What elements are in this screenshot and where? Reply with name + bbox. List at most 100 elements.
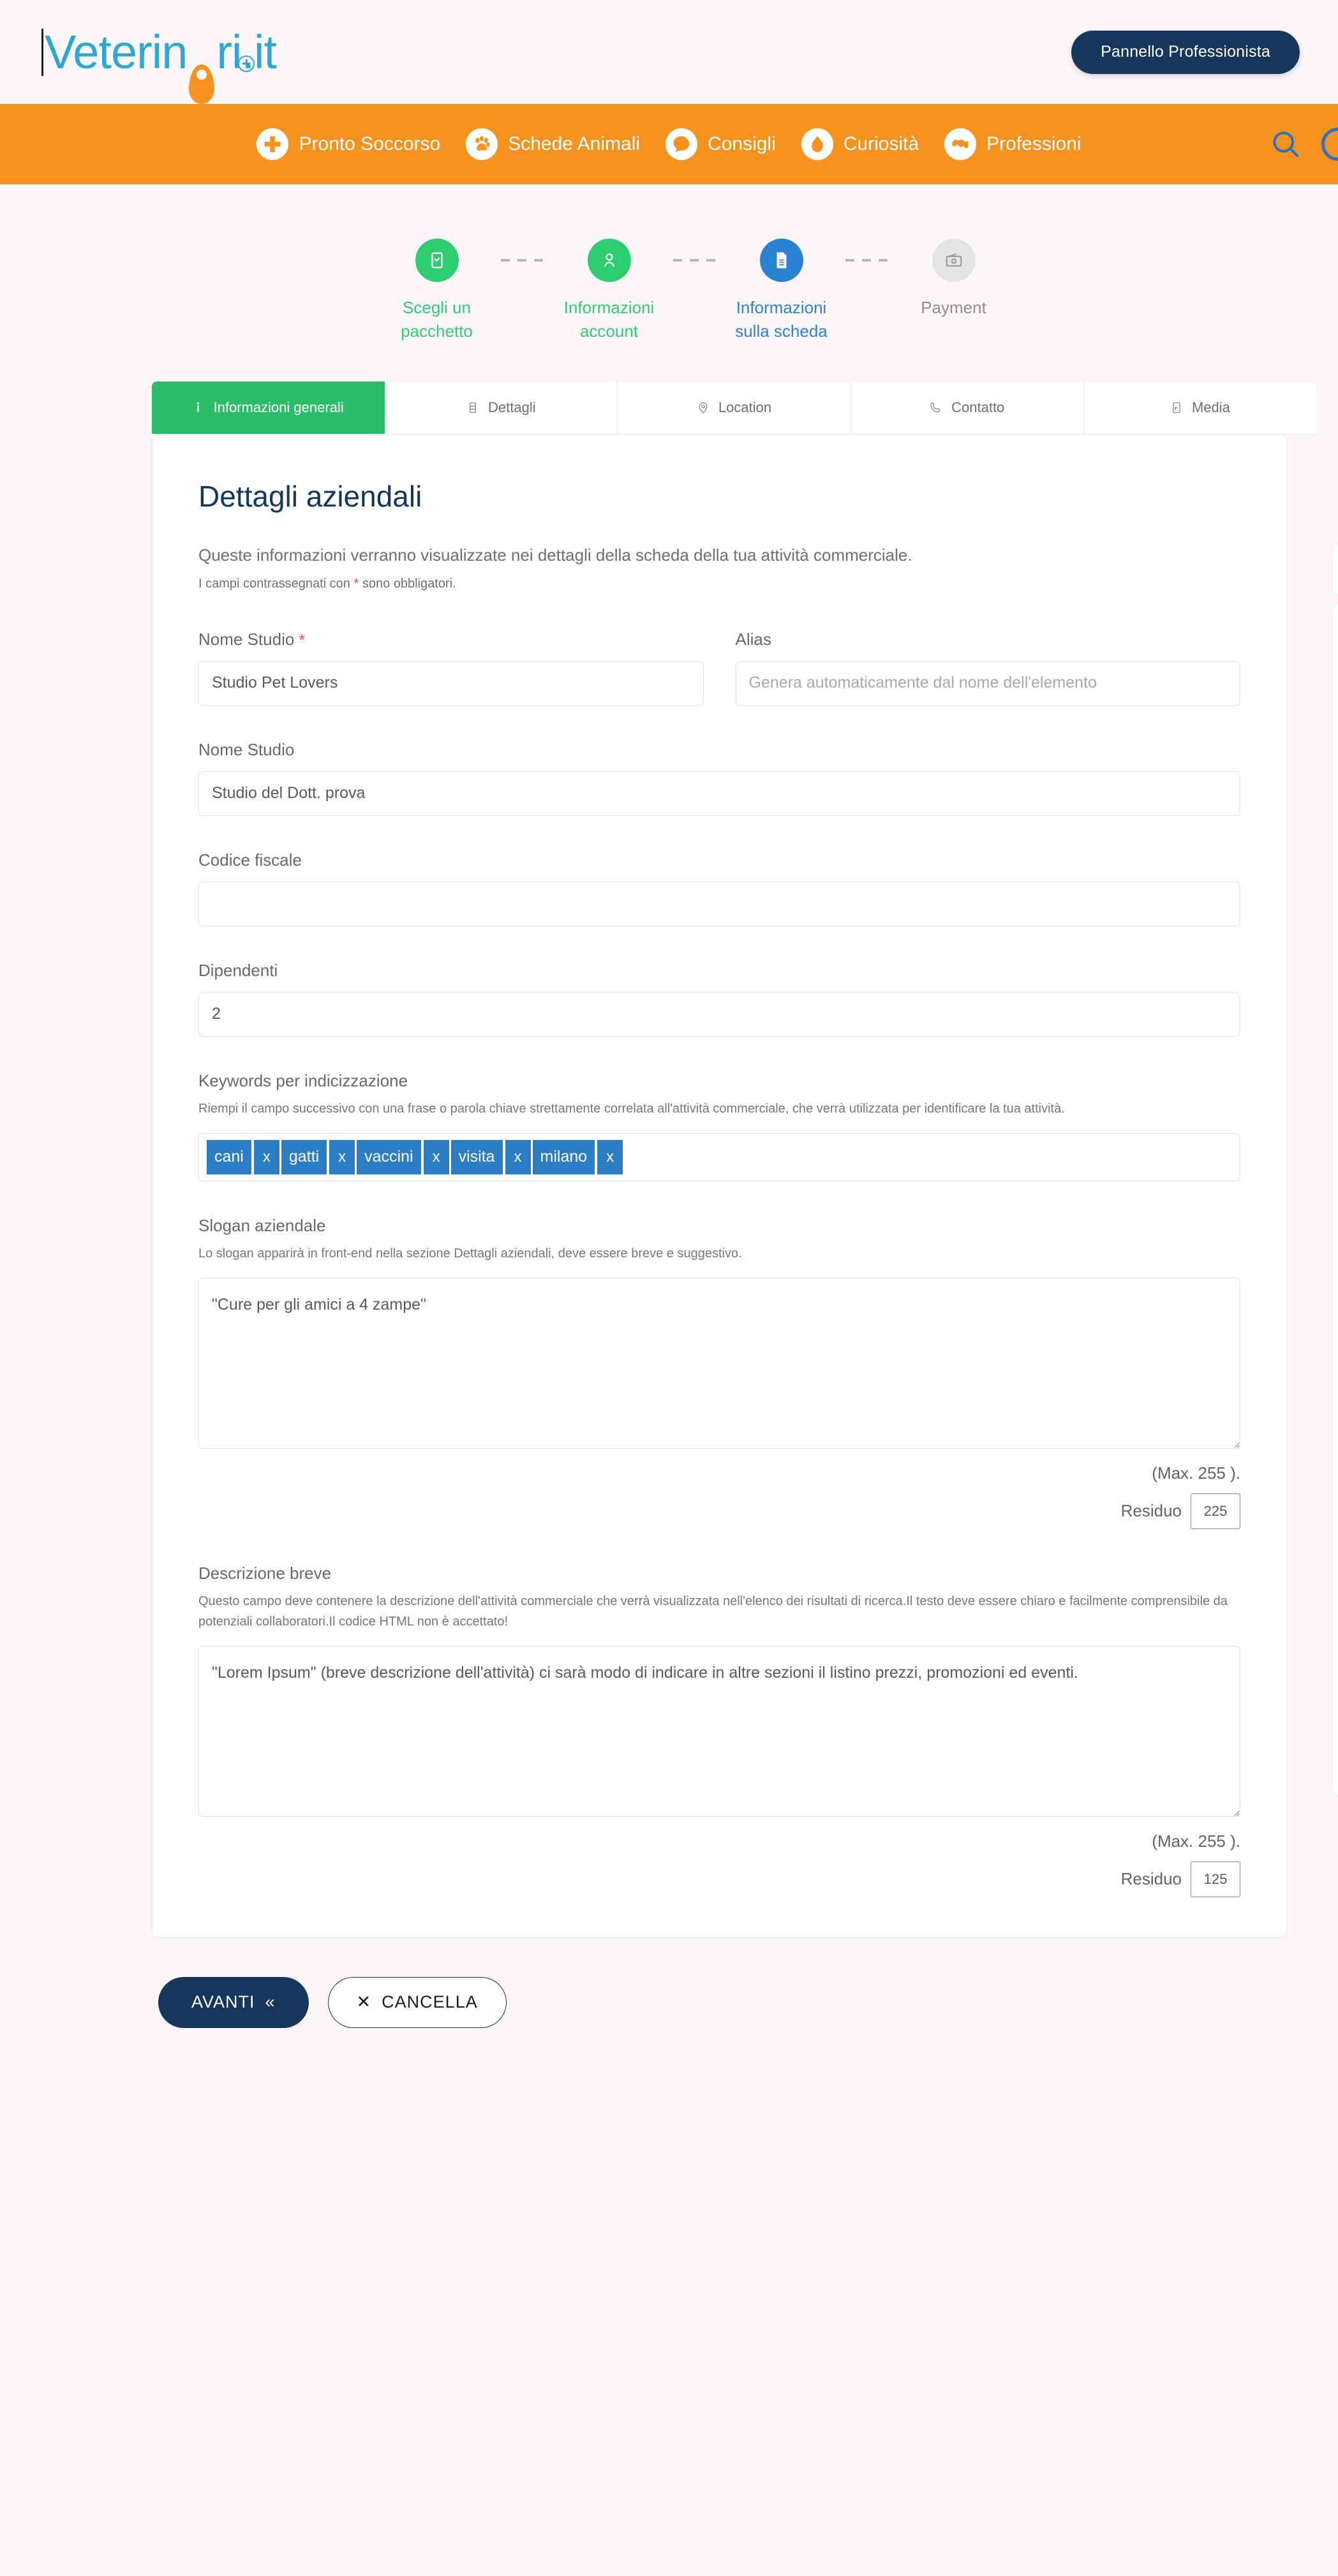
nav-item-curiosita[interactable]: Curiosità (801, 128, 919, 160)
slogan-residuo-value: 225 (1191, 1493, 1240, 1529)
keyword-tag[interactable]: vaccini x (357, 1139, 449, 1174)
progress-stepper: Scegli un pacchetto Informazioni account… (0, 184, 1338, 381)
logo-text-part-1: Veterin (45, 25, 188, 78)
alias-input[interactable] (735, 660, 1240, 706)
nav-item-pronto-soccorso[interactable]: Pronto Soccorso (256, 128, 440, 160)
nome-studio-secondary-input[interactable] (198, 771, 1240, 816)
form-card-area: Dettagli aziendali Queste informazioni v… (0, 433, 1338, 1937)
keyword-remove-icon[interactable]: x (595, 1139, 623, 1174)
tab-informazioni-generali[interactable]: Informazioni generali (152, 381, 385, 434)
step-circle-2 (587, 239, 631, 282)
hint-descrizione-breve: Questo campo deve contenere la descrizio… (198, 1594, 1228, 1629)
main-navigation: Pronto Soccorso Schede Animali Consigli … (0, 104, 1338, 184)
step-label-2: Informazioni account (563, 298, 655, 341)
top-bar: Veterin ri.it Pannello Professionista (0, 0, 1338, 104)
tab-label-informazioni-generali: Informazioni generali (213, 399, 344, 415)
circle-icon[interactable] (1321, 128, 1338, 161)
keyword-tag-label: gatti (288, 1148, 320, 1166)
logo-bar-decoration (41, 28, 43, 76)
cancella-button-label: CANCELLA (382, 1992, 478, 2012)
field-nome-studio-secondary: Nome Studio (198, 740, 1240, 816)
field-descrizione-breve: Descrizione breve Questo campo deve cont… (198, 1564, 1240, 1897)
label-alias: Alias (735, 629, 771, 649)
offscreen-card-sliver (1332, 603, 1338, 1796)
nav-item-consigli[interactable]: Consigli (665, 128, 776, 160)
slogan-residuo-label: Residuo (1120, 1501, 1182, 1521)
tab-contatto[interactable]: Contatto (851, 381, 1084, 434)
label-codice-fiscale: Codice fiscale (198, 850, 302, 870)
keyword-remove-icon[interactable]: x (327, 1139, 355, 1174)
speech-bubble-icon (665, 128, 698, 160)
label-text-nome-studio: Nome Studio (198, 629, 295, 649)
chevron-double-left-icon: « (265, 1992, 276, 2012)
keyword-remove-icon[interactable]: x (420, 1139, 449, 1174)
keyword-tag[interactable]: cani x (207, 1139, 279, 1174)
tab-label-dettagli: Dettagli (488, 399, 536, 415)
slogan-textarea[interactable]: "Cure per gli amici a 4 zampe" (198, 1277, 1240, 1449)
field-codice-fiscale: Codice fiscale (198, 850, 1240, 926)
step-connector-2 (673, 259, 718, 262)
descrizione-residuo-row: Residuo 125 (198, 1861, 1240, 1897)
avanti-button[interactable]: AVANTI « (158, 1976, 309, 2028)
keyword-tag[interactable]: gatti x (281, 1139, 355, 1174)
close-icon: ✕ (356, 1992, 372, 2012)
slogan-max-text: (Max. 255 ). (1152, 1463, 1240, 1483)
nav-label-schede-animali: Schede Animali (508, 133, 641, 154)
descrizione-breve-textarea[interactable]: "Lorem Ipsum" (breve descrizione dell'at… (198, 1645, 1240, 1817)
nav-item-professioni[interactable]: Professioni (944, 128, 1082, 160)
keyword-tag[interactable]: milano x (532, 1139, 623, 1174)
codice-fiscale-input[interactable] (198, 881, 1240, 926)
nav-item-schede-animali[interactable]: Schede Animali (466, 128, 640, 160)
label-dipendenti: Dipendenti (198, 960, 278, 980)
pannello-professionista-button[interactable]: Pannello Professionista (1071, 30, 1300, 74)
form-actions: AVANTI « ✕ CANCELLA (0, 1937, 1338, 2073)
step-label-3: Informazioni sulla scheda (735, 298, 828, 341)
step-scegli-un-pacchetto[interactable]: Scegli un pacchetto (373, 239, 501, 343)
slogan-residuo-row: Residuo 225 (198, 1493, 1240, 1529)
nav-label-pronto-soccorso: Pronto Soccorso (299, 133, 441, 154)
required-fields-note: I campi contrassegnati con * sono obblig… (198, 577, 1240, 591)
required-star-nome-studio: * (299, 631, 305, 649)
keyword-tag[interactable]: visita x (450, 1139, 531, 1174)
tab-label-location: Location (718, 399, 772, 415)
step-circle-3 (759, 239, 803, 282)
hint-slogan: Lo slogan apparirà in front-end nella se… (198, 1246, 742, 1261)
keyword-remove-icon[interactable]: x (502, 1139, 531, 1174)
tab-location[interactable]: Location (618, 381, 851, 434)
avanti-button-label: AVANTI (191, 1992, 255, 2012)
tab-label-contatto: Contatto (951, 399, 1005, 415)
keyword-tag-label: cani (214, 1148, 244, 1166)
field-alias: Alias (735, 629, 1240, 706)
step-label-1: Scegli un pacchetto (401, 298, 473, 341)
keyword-remove-icon[interactable]: x (251, 1139, 279, 1174)
step-payment[interactable]: Payment (890, 239, 1018, 320)
dipendenti-input[interactable] (198, 991, 1240, 1037)
first-aid-cross-icon (256, 128, 289, 160)
step-informazioni-account[interactable]: Informazioni account (546, 239, 673, 343)
tab-dettagli[interactable]: Dettagli (385, 381, 618, 434)
cancella-button[interactable]: ✕ CANCELLA (327, 1976, 507, 2028)
field-dipendenti: Dipendenti (198, 961, 1240, 1037)
step-informazioni-sulla-scheda[interactable]: Informazioni sulla scheda (718, 239, 845, 343)
required-note-post: sono obbligatori. (359, 576, 456, 591)
search-icon[interactable] (1269, 128, 1302, 161)
logo-medical-plus-icon (238, 55, 255, 72)
label-descrizione-breve: Descrizione breve (198, 1563, 332, 1583)
keyword-tag-label: milano (540, 1148, 588, 1166)
label-nome-studio: Nome Studio * (198, 630, 704, 649)
required-note-pre: I campi contrassegnati con (198, 576, 354, 591)
descrizione-residuo-label: Residuo (1120, 1869, 1182, 1889)
tab-bar: Informazioni generali Dettagli Location … (152, 381, 1317, 434)
keywords-tag-input[interactable]: cani x gatti x vaccini x visita x milano (198, 1132, 1240, 1181)
tab-bar-area: Informazioni generali Dettagli Location … (0, 381, 1338, 434)
nome-studio-input[interactable] (198, 660, 704, 706)
business-details-card: Dettagli aziendali Queste informazioni v… (152, 433, 1287, 1937)
step-connector-1 (500, 259, 546, 262)
site-logo[interactable]: Veterin ri.it (41, 22, 277, 104)
field-slogan: Slogan aziendale Lo slogan apparirà in f… (198, 1216, 1240, 1529)
step-circle-1 (415, 239, 459, 282)
nav-label-consigli: Consigli (708, 133, 776, 154)
nav-label-curiosita: Curiosità (843, 133, 919, 154)
tab-media[interactable]: Media (1083, 381, 1317, 434)
step-label-4: Payment (921, 298, 986, 317)
